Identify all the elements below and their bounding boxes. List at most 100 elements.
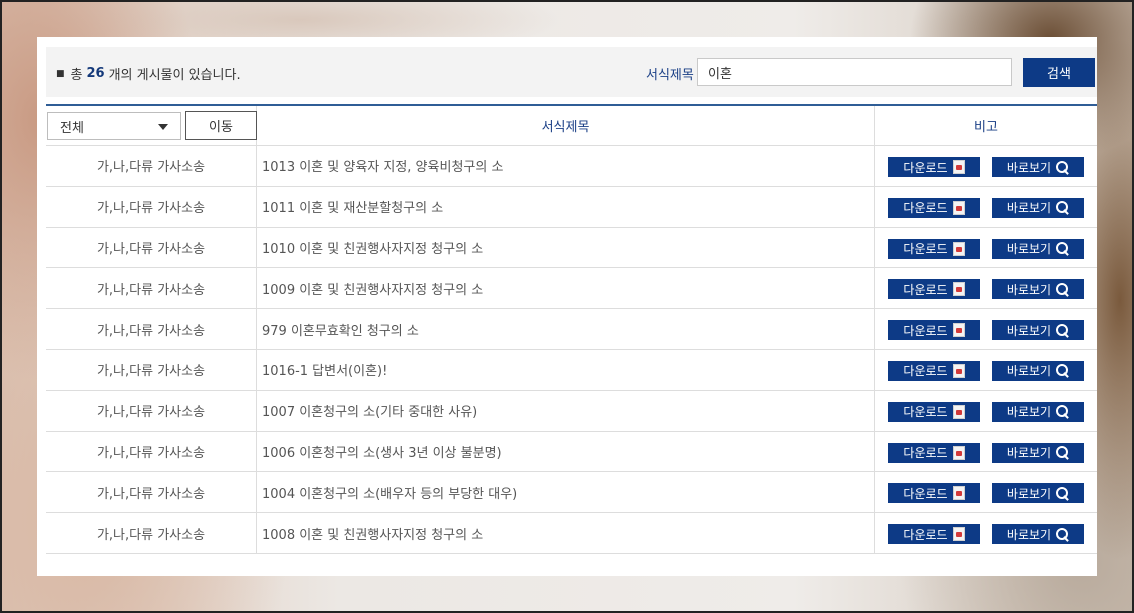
table-row: 가,나,다류 가사소송 1013 이혼 및 양육자 지정, 양육비청구의 소 다운로… [46,146,1097,187]
row-actions: 다운로드 바로보기 [875,472,1097,512]
download-label: 다운로드 [903,364,948,379]
row-category: 가,나,다류 가사소송 [46,390,257,431]
document-icon [952,404,965,419]
row-actions: 다운로드 바로보기 [875,146,1097,186]
table-row: 가,나,다류 가사소송 1011 이혼 및 재산분할청구의 소 다운로드 바로보기 [46,186,1097,228]
view-button[interactable]: 바로보기 [992,320,1084,341]
view-button[interactable]: 바로보기 [992,442,1084,463]
board-toolbar: ■ 총 26 개의 게시물이 있습니다. 서식제목 검색 [46,47,1097,97]
row-title[interactable]: 1009 이혼 및 친권행사자지정 청구의 소 [257,268,875,309]
table-row: 가,나,다류 가사소송 1008 이혼 및 친권행사자지정 청구의 소 다운로드 바로… [46,513,1097,554]
table-body: 가,나,다류 가사소송 1013 이혼 및 양육자 지정, 양육비청구의 소 다운로… [46,146,1097,554]
row-title[interactable]: 1004 이혼청구의 소(배우자 등의 부당한 대우) [257,472,875,513]
row-title[interactable]: 1013 이혼 및 양육자 지정, 양육비청구의 소 [257,146,875,186]
view-label: 바로보기 [1006,486,1052,501]
search-input[interactable] [697,58,1012,86]
bullet-icon: ■ [56,68,65,79]
row-actions: 다운로드 바로보기 [875,391,1097,431]
column-header-note: 비고 [974,120,998,135]
row-title[interactable]: 1016-1 답변서(이혼)! [257,349,875,390]
magnifier-icon [1056,160,1069,174]
download-button[interactable]: 다운로드 [888,279,980,300]
document-icon [952,445,965,460]
table-header: 전체 이동 서식제목 비고 [46,106,1097,146]
view-button[interactable]: 바로보기 [992,524,1084,545]
search-button[interactable]: 검색 [1023,58,1095,87]
caret-down-icon [158,124,168,130]
download-button[interactable]: 다운로드 [888,320,980,341]
row-title[interactable]: 979 이혼무효확인 청구의 소 [257,309,875,349]
download-button[interactable]: 다운로드 [888,157,980,177]
document-icon [952,527,965,542]
magnifier-icon [1056,282,1069,296]
download-button[interactable]: 다운로드 [888,524,980,545]
row-title[interactable]: 1008 이혼 및 친권행사자지정 청구의 소 [257,513,875,553]
view-button[interactable]: 바로보기 [992,197,1084,218]
magnifier-icon [1056,201,1069,214]
view-label: 바로보기 [1006,405,1052,420]
table-row: 가,나,다류 가사소송 1016-1 답변서(이혼)! 다운로드 바로보기 [46,349,1097,391]
row-category: 가,나,다류 가사소송 [46,309,257,349]
download-label: 다운로드 [903,527,948,542]
count-prefix: 총 [70,68,83,83]
view-label: 바로보기 [1006,323,1052,338]
category-select-value: 전체 [60,120,84,136]
row-actions: 다운로드 바로보기 [875,350,1097,390]
row-actions: 다운로드 바로보기 [875,432,1097,472]
download-button[interactable]: 다운로드 [888,197,980,218]
row-category: 가,나,다류 가사소송 [46,268,257,309]
document-icon [952,241,965,256]
download-button[interactable]: 다운로드 [888,401,980,422]
view-label: 바로보기 [1006,364,1052,379]
magnifier-icon [1056,323,1069,337]
move-button[interactable]: 이동 [185,111,257,140]
download-button[interactable]: 다운로드 [888,360,980,381]
table-row: 가,나,다류 가사소송 1009 이혼 및 친권행사자지정 청구의 소 다운로드 바로… [46,268,1097,310]
download-label: 다운로드 [903,486,948,501]
row-category: 가,나,다류 가사소송 [46,349,257,390]
document-icon [952,160,965,174]
row-category: 가,나,다류 가사소송 [46,146,257,186]
magnifier-icon [1056,405,1069,418]
row-actions: 다운로드 바로보기 [875,309,1097,349]
row-category: 가,나,다류 가사소송 [46,186,257,227]
magnifier-icon [1056,446,1069,459]
document-icon [952,363,965,378]
view-label: 바로보기 [1006,160,1052,175]
row-title[interactable]: 1011 이혼 및 재산분할청구의 소 [257,186,875,227]
view-button[interactable]: 바로보기 [992,401,1084,422]
view-button[interactable]: 바로보기 [992,238,1084,259]
row-category: 가,나,다류 가사소송 [46,227,257,268]
download-label: 다운로드 [903,242,948,257]
document-icon [952,200,965,215]
download-label: 다운로드 [903,446,948,461]
view-button[interactable]: 바로보기 [992,360,1084,381]
view-button[interactable]: 바로보기 [992,279,1084,300]
table-row: 가,나,다류 가사소송 1010 이혼 및 친권행사자지정 청구의 소 다운로드 바로… [46,227,1097,269]
view-label: 바로보기 [1006,446,1052,461]
row-title[interactable]: 1010 이혼 및 친권행사자지정 청구의 소 [257,227,875,268]
magnifier-icon [1056,242,1069,255]
table-row: 가,나,다류 가사소송 1007 이혼청구의 소(기타 중대한 사유) 다운로드 바로… [46,390,1097,432]
row-actions: 다운로드 바로보기 [875,228,1097,268]
view-button[interactable]: 바로보기 [992,157,1084,177]
download-label: 다운로드 [903,405,948,420]
forms-table: 전체 이동 서식제목 비고 가,나,다류 가사소송 1013 이혼 및 양육자 지… [46,104,1097,554]
view-label: 바로보기 [1006,201,1052,216]
magnifier-icon [1056,364,1069,377]
category-select[interactable]: 전체 [47,112,181,140]
table-row: 가,나,다류 가사소송 1006 이혼청구의 소(생사 3년 이상 불분명) 다운로… [46,431,1097,473]
row-title[interactable]: 1006 이혼청구의 소(생사 3년 이상 불분명) [257,431,875,472]
row-title[interactable]: 1007 이혼청구의 소(기타 중대한 사유) [257,390,875,431]
row-actions: 다운로드 바로보기 [875,513,1097,553]
row-category: 가,나,다류 가사소송 [46,431,257,472]
document-icon [952,323,965,338]
magnifier-icon [1056,527,1069,541]
row-category: 가,나,다류 가사소송 [46,513,257,553]
row-actions: 다운로드 바로보기 [875,187,1097,227]
download-button[interactable]: 다운로드 [888,483,980,504]
view-button[interactable]: 바로보기 [992,483,1084,504]
download-button[interactable]: 다운로드 [888,442,980,463]
view-label: 바로보기 [1006,282,1052,297]
download-button[interactable]: 다운로드 [888,238,980,259]
